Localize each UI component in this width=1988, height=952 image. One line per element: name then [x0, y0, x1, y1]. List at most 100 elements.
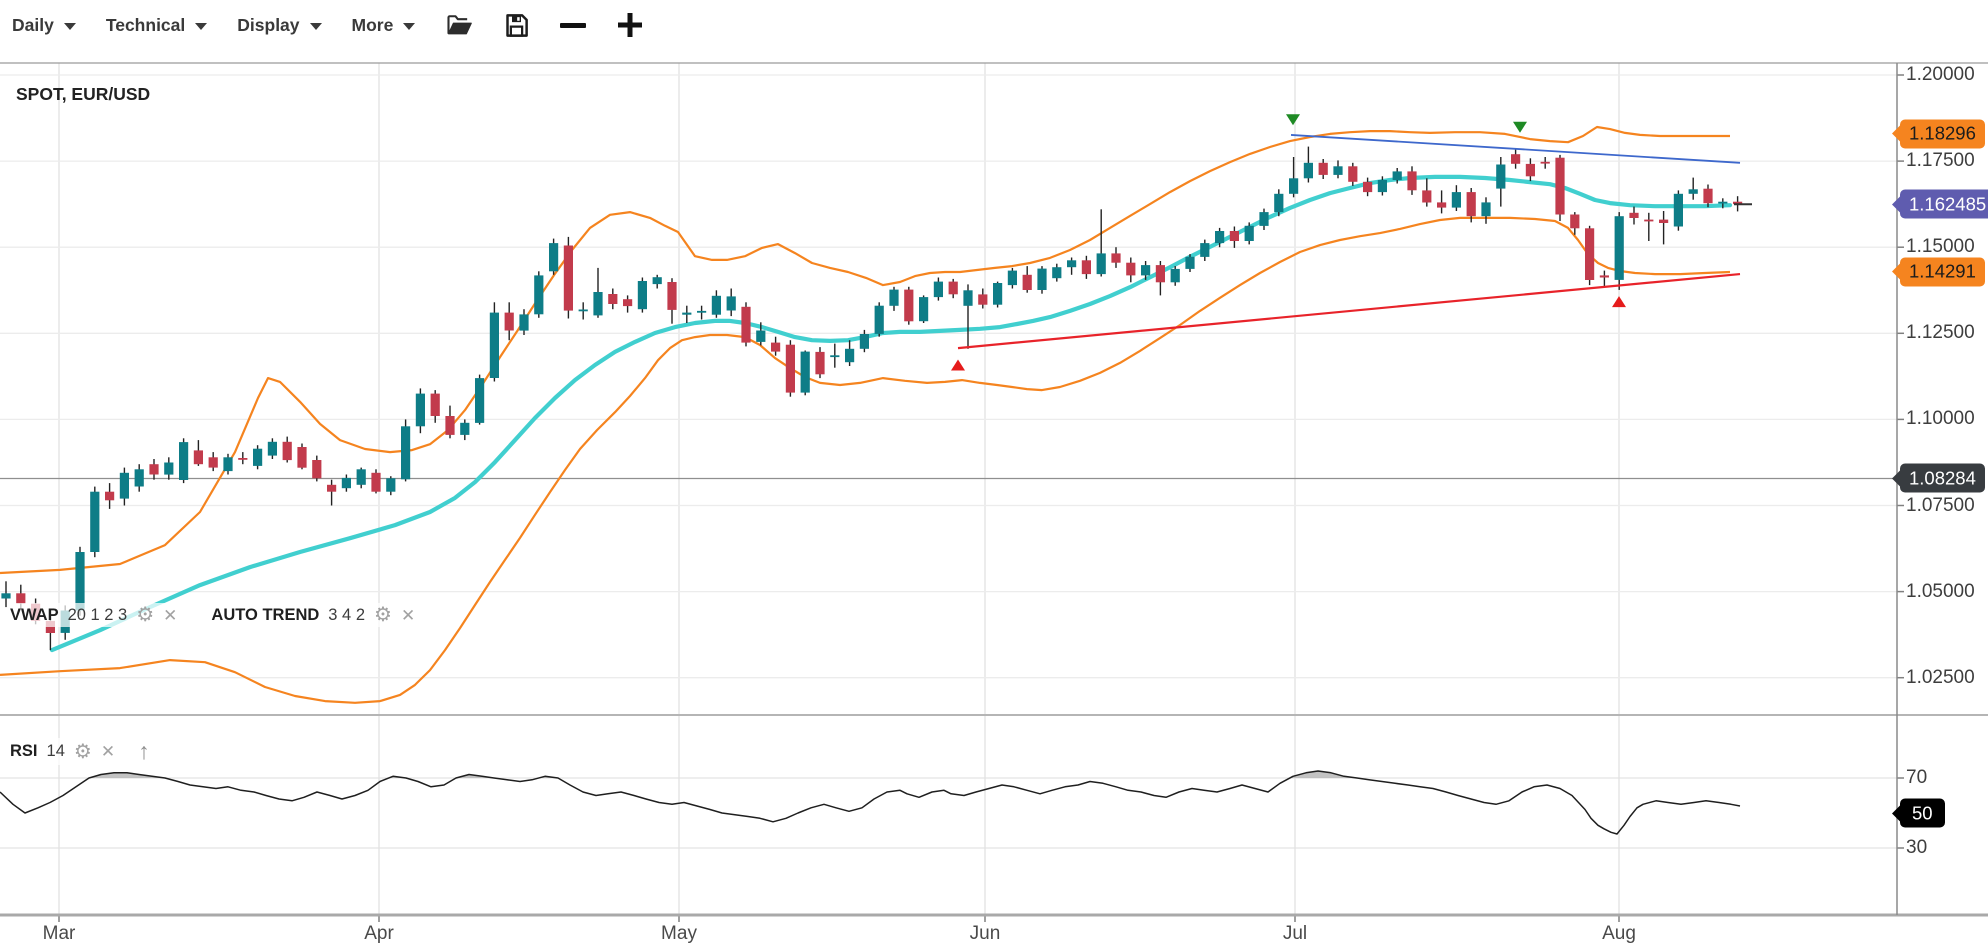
candle: [756, 331, 765, 342]
month-label-jun: Jun: [970, 923, 1001, 945]
candle: [1245, 226, 1254, 241]
open-file-button[interactable]: [445, 11, 473, 39]
rsi-settings-gear-icon[interactable]: ⚙: [74, 742, 92, 762]
candle: [638, 281, 647, 309]
more-dropdown-label: More: [352, 15, 394, 36]
chart-canvas[interactable]: [0, 0, 1988, 952]
candle: [993, 283, 1002, 305]
more-dropdown[interactable]: More: [352, 15, 416, 36]
zoom-out-button[interactable]: [560, 23, 586, 28]
rsi-value-badge: 50: [1900, 799, 1945, 828]
candle: [1526, 164, 1535, 176]
vwap-remove-icon[interactable]: ✕: [163, 607, 177, 624]
candle: [194, 450, 203, 464]
autotrend-legend-name: AUTO TREND: [211, 606, 319, 625]
candle: [1674, 194, 1683, 227]
candle: [327, 485, 336, 492]
candle: [135, 469, 144, 486]
candle: [1185, 257, 1194, 269]
candle: [860, 334, 869, 349]
candle: [268, 442, 277, 456]
candle: [1452, 192, 1461, 208]
candle: [238, 458, 247, 460]
save-floppy-icon: [503, 12, 530, 39]
candle: [90, 492, 99, 552]
chevron-down-icon: [403, 23, 415, 30]
candle: [164, 463, 173, 475]
candle: [801, 352, 810, 393]
month-label-may: May: [661, 923, 697, 945]
candle: [771, 343, 780, 352]
candle: [1570, 215, 1579, 229]
candle: [1052, 267, 1061, 278]
candle: [445, 416, 454, 435]
rsi-remove-icon[interactable]: ✕: [101, 743, 115, 760]
candle: [519, 314, 528, 330]
candle: [1422, 190, 1431, 202]
minus-icon: [560, 23, 586, 28]
candle: [1171, 269, 1180, 282]
candle: [919, 297, 928, 321]
trading-chart-window: Daily Technical Display More: [0, 0, 1988, 952]
candles-group: [1, 147, 1742, 650]
technical-dropdown[interactable]: Technical: [106, 15, 207, 36]
rsi-legend-params: 14: [47, 742, 65, 761]
timeframe-dropdown[interactable]: Daily: [12, 15, 76, 36]
candle: [342, 478, 351, 488]
candle: [1718, 202, 1727, 204]
save-button[interactable]: [503, 12, 530, 39]
candle: [934, 282, 943, 298]
candle: [1, 593, 10, 598]
price-axis-label: 1.17500: [1906, 150, 1975, 172]
vwap-settings-gear-icon[interactable]: ⚙: [136, 605, 154, 625]
candle: [1496, 165, 1505, 189]
month-label-apr: Apr: [364, 923, 394, 945]
candle: [209, 457, 218, 467]
candle: [1274, 194, 1283, 212]
candle: [1615, 216, 1624, 280]
candle: [1319, 163, 1328, 175]
candle: [1541, 162, 1550, 164]
candle: [1703, 189, 1712, 204]
candle: [845, 349, 854, 362]
zoom-in-button[interactable]: [616, 11, 644, 39]
autotrend-settings-gear-icon[interactable]: ⚙: [374, 605, 392, 625]
candle: [475, 378, 484, 423]
candle: [875, 306, 884, 334]
candle: [1097, 253, 1106, 274]
candle: [1659, 220, 1668, 223]
price-axis-label: 1.15000: [1906, 236, 1975, 258]
candle: [312, 460, 321, 478]
indicator-legend-row: VWAP 20 1 2 3 ⚙ ✕ AUTO TREND 3 4 2 ⚙ ✕: [8, 603, 421, 627]
candle: [1333, 166, 1342, 175]
month-label-mar: Mar: [43, 923, 76, 945]
price-badge: 1.18296: [1900, 119, 1985, 148]
display-dropdown[interactable]: Display: [237, 15, 321, 36]
buy-signal-triangle: [1612, 296, 1626, 307]
buy-signal-triangle: [951, 360, 965, 371]
candle: [727, 296, 736, 310]
candle: [712, 296, 721, 315]
candle: [1200, 243, 1209, 257]
candle: [416, 394, 425, 427]
candle: [1511, 154, 1520, 164]
candle: [1437, 202, 1446, 207]
candle: [283, 442, 292, 460]
candle: [1407, 171, 1416, 190]
price-axis-label: 1.07500: [1906, 495, 1975, 517]
candle: [1156, 265, 1165, 282]
candle: [1629, 213, 1638, 218]
candle: [1037, 269, 1046, 290]
price-badge: 1.162485: [1900, 190, 1988, 219]
candle: [1481, 202, 1490, 216]
price-badge: 1.14291: [1900, 257, 1985, 286]
rsi-axis-label: 70: [1906, 767, 1927, 789]
candle: [505, 313, 514, 331]
sell-signal-triangle: [1286, 114, 1300, 125]
candle: [830, 355, 839, 357]
rsi-collapse-arrow-icon[interactable]: ↑: [138, 740, 150, 763]
candle: [1067, 260, 1076, 267]
candle: [1467, 192, 1476, 216]
price-axis-label: 1.05000: [1906, 581, 1975, 603]
autotrend-remove-icon[interactable]: ✕: [401, 607, 415, 624]
